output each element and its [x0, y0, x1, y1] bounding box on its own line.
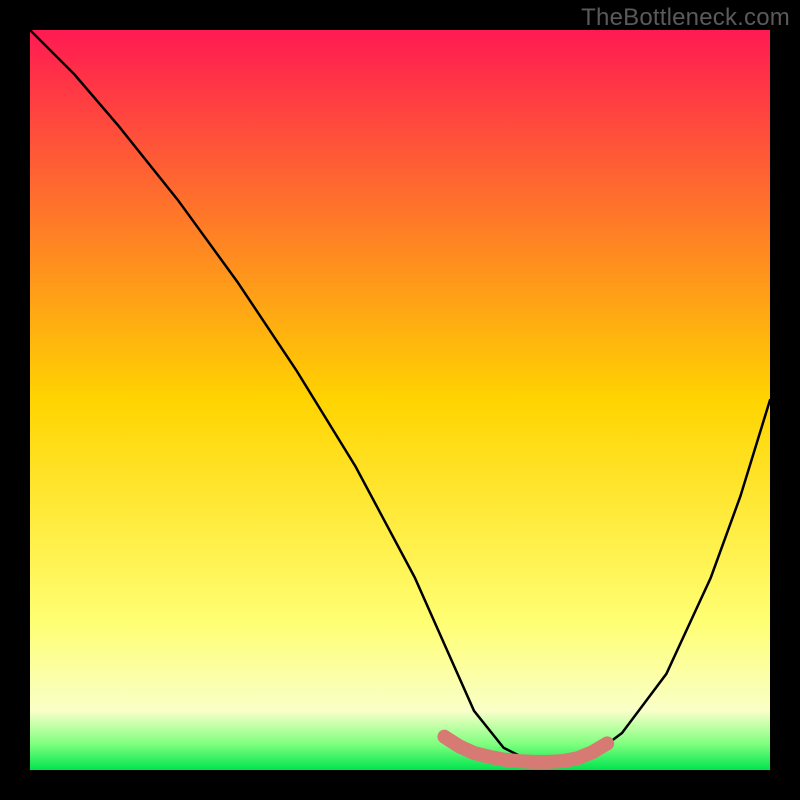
plot-area	[30, 30, 770, 770]
chart-container: TheBottleneck.com	[0, 0, 800, 800]
chart-svg	[30, 30, 770, 770]
watermark-text: TheBottleneck.com	[581, 4, 790, 32]
gradient-rect	[30, 30, 770, 770]
